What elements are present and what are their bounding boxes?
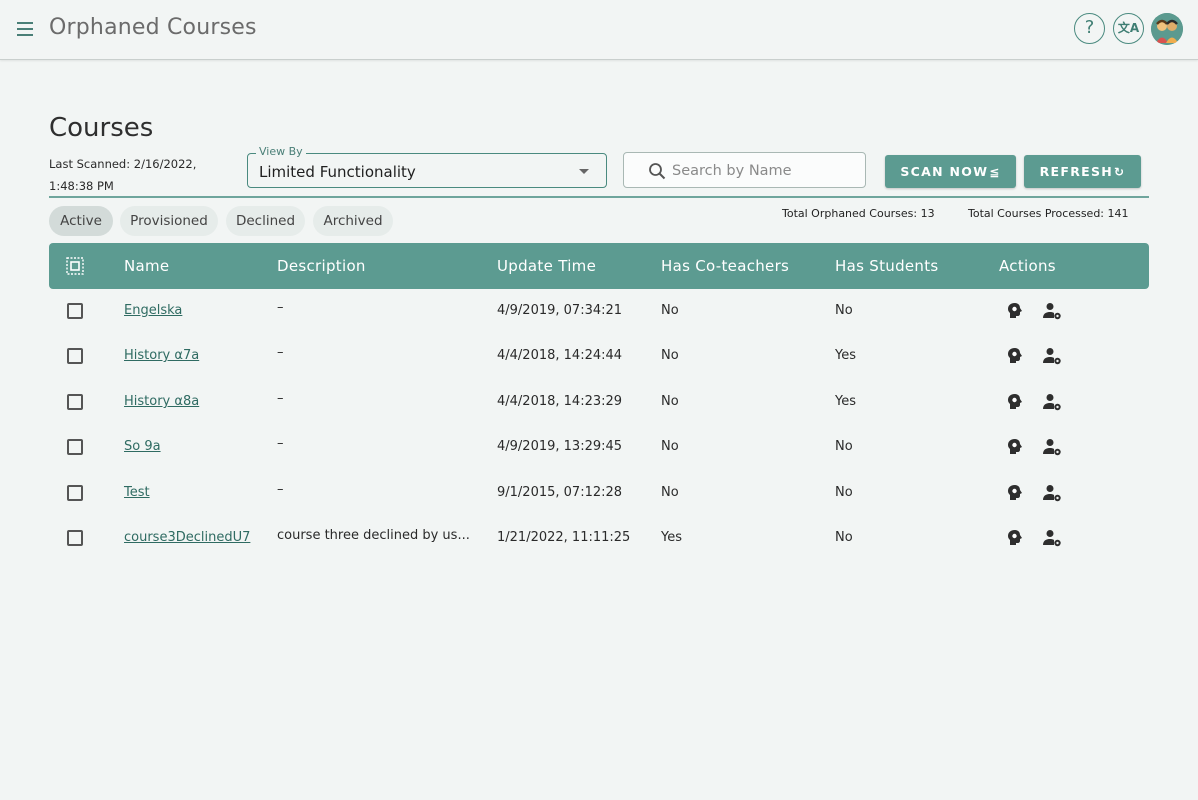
table-row: History α8a – 4/4/2018, 14:23:29 No Yes xyxy=(49,380,1149,425)
table-row: Test – 9/1/2015, 07:12:28 No No xyxy=(49,471,1149,516)
has-students: No xyxy=(835,485,853,500)
has-students: Yes xyxy=(835,348,856,363)
has-students: Yes xyxy=(835,394,856,409)
head-gear-icon[interactable] xyxy=(1005,528,1025,548)
view-by-label: View By xyxy=(256,145,306,158)
course-name-link[interactable]: History α7a xyxy=(124,348,199,363)
table-header: Name Description Update Time Has Co-teac… xyxy=(49,243,1149,289)
user-avatar[interactable] xyxy=(1151,13,1183,45)
update-time: 9/1/2015, 07:12:28 xyxy=(497,485,623,500)
user-settings-icon[interactable] xyxy=(1042,301,1062,321)
total-orphaned-courses: Total Orphaned Courses: 13 xyxy=(782,207,935,220)
has-coteachers: Yes xyxy=(661,530,682,545)
view-by-select[interactable]: View By Limited Functionality xyxy=(247,145,607,188)
update-time: 1/21/2022, 11:11:25 xyxy=(497,530,631,545)
chip-archived[interactable]: Archived xyxy=(313,206,393,236)
header-has-students[interactable]: Has Students xyxy=(835,257,939,275)
course-description: – xyxy=(277,482,284,497)
course-description: – xyxy=(277,436,284,451)
refresh-button[interactable]: REFRESH↻ xyxy=(1024,155,1141,188)
view-by-value: Limited Functionality xyxy=(259,163,416,181)
course-name-link[interactable]: So 9a xyxy=(124,439,161,454)
has-students: No xyxy=(835,530,853,545)
total-courses-processed: Total Courses Processed: 141 xyxy=(968,207,1129,220)
row-checkbox[interactable] xyxy=(67,394,83,410)
has-coteachers: No xyxy=(661,303,679,318)
head-gear-icon[interactable] xyxy=(1005,301,1025,321)
translate-icon[interactable]: 文A xyxy=(1113,13,1144,44)
has-coteachers: No xyxy=(661,394,679,409)
header-name[interactable]: Name xyxy=(124,257,169,275)
row-checkbox[interactable] xyxy=(67,485,83,501)
row-checkbox[interactable] xyxy=(67,303,83,319)
has-students: No xyxy=(835,303,853,318)
update-time: 4/4/2018, 14:23:29 xyxy=(497,394,623,409)
header-description[interactable]: Description xyxy=(277,257,366,275)
user-settings-icon[interactable] xyxy=(1042,392,1062,412)
header-actions: Actions xyxy=(999,257,1056,275)
table-row: course3DeclinedU7 course three declined … xyxy=(49,516,1149,561)
update-time: 4/9/2019, 13:29:45 xyxy=(497,439,623,454)
avatar-icon xyxy=(1151,13,1183,45)
has-coteachers: No xyxy=(661,485,679,500)
course-name-link[interactable]: Engelska xyxy=(124,303,182,318)
course-name-link[interactable]: History α8a xyxy=(124,394,199,409)
chip-declined[interactable]: Declined xyxy=(226,206,305,236)
search-box[interactable] xyxy=(623,152,866,188)
hamburger-menu-icon[interactable] xyxy=(14,18,38,40)
chip-active[interactable]: Active xyxy=(49,206,113,236)
course-description: course three declined by us... xyxy=(277,528,470,543)
search-icon xyxy=(649,163,666,180)
table-row: History α7a – 4/4/2018, 14:24:44 No Yes xyxy=(49,334,1149,379)
row-checkbox[interactable] xyxy=(67,439,83,455)
scan-now-label: SCAN NOW xyxy=(900,164,989,179)
course-name-link[interactable]: course3DeclinedU7 xyxy=(124,530,250,545)
last-scanned-text: Last Scanned: 2/16/2022, 1:48:38 PM xyxy=(49,157,197,193)
user-settings-icon[interactable] xyxy=(1042,437,1062,457)
scan-icon: ≦ xyxy=(989,165,1001,179)
head-gear-icon[interactable] xyxy=(1005,483,1025,503)
course-description: – xyxy=(277,391,284,406)
divider xyxy=(49,196,1149,198)
refresh-label: REFRESH xyxy=(1039,164,1114,179)
course-description: – xyxy=(277,300,284,315)
table-row: Engelska – 4/9/2019, 07:34:21 No No xyxy=(49,289,1149,334)
course-description: – xyxy=(277,345,284,360)
app-bar: Orphaned Courses ? 文A xyxy=(0,0,1198,60)
header-has-coteachers[interactable]: Has Co-teachers xyxy=(661,257,789,275)
head-gear-icon[interactable] xyxy=(1005,392,1025,412)
help-icon[interactable]: ? xyxy=(1074,13,1105,44)
refresh-icon: ↻ xyxy=(1114,165,1126,179)
search-input[interactable] xyxy=(672,159,857,183)
update-time: 4/4/2018, 14:24:44 xyxy=(497,348,623,363)
user-settings-icon[interactable] xyxy=(1042,483,1062,503)
head-gear-icon[interactable] xyxy=(1005,437,1025,457)
app-title: Orphaned Courses xyxy=(49,15,257,40)
page-title: Courses xyxy=(49,113,154,143)
header-update-time[interactable]: Update Time xyxy=(497,257,596,275)
user-settings-icon[interactable] xyxy=(1042,528,1062,548)
scan-now-button[interactable]: SCAN NOW≦ xyxy=(885,155,1016,188)
chip-provisioned[interactable]: Provisioned xyxy=(120,206,218,236)
row-checkbox[interactable] xyxy=(67,348,83,364)
has-coteachers: No xyxy=(661,348,679,363)
has-coteachers: No xyxy=(661,439,679,454)
course-name-link[interactable]: Test xyxy=(124,485,150,500)
head-gear-icon[interactable] xyxy=(1005,346,1025,366)
row-checkbox[interactable] xyxy=(67,530,83,546)
table-row: So 9a – 4/9/2019, 13:29:45 No No xyxy=(49,425,1149,470)
dropdown-caret-icon xyxy=(579,169,589,174)
select-all-icon[interactable] xyxy=(66,257,84,275)
user-settings-icon[interactable] xyxy=(1042,346,1062,366)
has-students: No xyxy=(835,439,853,454)
update-time: 4/9/2019, 07:34:21 xyxy=(497,303,623,318)
